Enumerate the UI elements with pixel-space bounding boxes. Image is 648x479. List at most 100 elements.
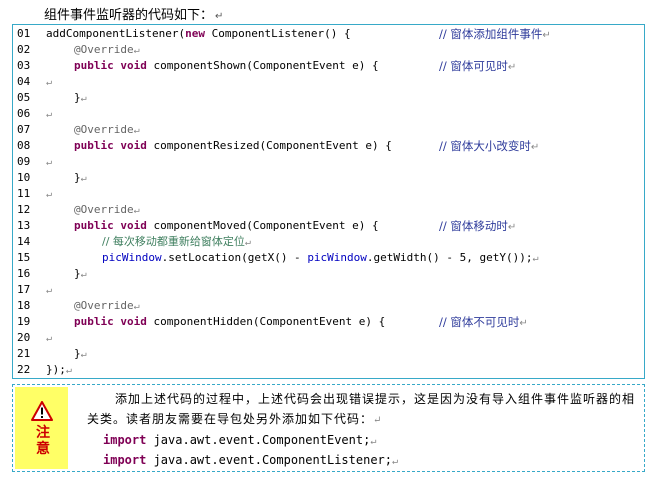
code-text: @Override↵ bbox=[74, 42, 140, 59]
paragraph-mark: ↵ bbox=[215, 11, 224, 22]
code-line: 19 public void componentHidden(ComponentE… bbox=[13, 314, 644, 330]
code-annotation: @Override bbox=[74, 299, 134, 312]
code-keyword: public bbox=[74, 59, 114, 72]
paragraph-mark: ↵ bbox=[373, 415, 383, 426]
code-token: componentMoved(ComponentEvent e) { bbox=[146, 219, 379, 232]
paragraph-mark: ↵ bbox=[80, 173, 87, 184]
code-text: ↵ bbox=[46, 74, 52, 91]
code-annotation: @Override bbox=[74, 43, 134, 56]
code-line: 09 ↵ bbox=[13, 154, 644, 170]
import-path: java.awt.event.ComponentEvent; bbox=[146, 433, 371, 447]
code-text: public void componentHidden(ComponentEve… bbox=[74, 314, 385, 330]
code-text: // 每次移动都重新给窗体定位↵ bbox=[102, 234, 251, 251]
code-line: 22});↵ bbox=[13, 362, 644, 378]
code-line: 01 addComponentListener(new ComponentList… bbox=[13, 26, 644, 42]
code-text: @Override↵ bbox=[74, 298, 140, 315]
code-token: } bbox=[74, 91, 81, 104]
comment-text: // 窗体移动时 bbox=[439, 219, 508, 233]
note-paragraph: 添加上述代码的过程中，上述代码会出现错误提示，这是因为没有导入组件事件监听器的相… bbox=[87, 389, 642, 431]
paragraph-mark: ↵ bbox=[133, 205, 140, 216]
code-token: } bbox=[74, 347, 81, 360]
note-label: 注意 bbox=[36, 425, 50, 457]
line-number: 19 bbox=[17, 315, 31, 328]
code-keyword: void bbox=[120, 219, 147, 232]
paragraph-mark: ↵ bbox=[46, 109, 53, 120]
paragraph-mark: ↵ bbox=[542, 30, 551, 41]
code-line: 05}↵ bbox=[13, 90, 644, 106]
import-keyword: import bbox=[103, 453, 147, 467]
line-number: 22 bbox=[17, 363, 31, 376]
code-text: ↵ bbox=[46, 186, 52, 203]
line-number: 10 bbox=[17, 171, 31, 184]
code-field: picWindow bbox=[307, 251, 367, 264]
code-token: } bbox=[74, 171, 81, 184]
code-line: 20 ↵ bbox=[13, 330, 644, 346]
paragraph-mark: ↵ bbox=[80, 93, 87, 104]
code-line: 17 ↵ bbox=[13, 282, 644, 298]
paragraph-mark: ↵ bbox=[65, 365, 72, 376]
line-number: 03 bbox=[17, 59, 31, 72]
code-text: ↵ bbox=[46, 330, 52, 347]
line-number: 05 bbox=[17, 91, 31, 104]
code-text: }↵ bbox=[74, 346, 87, 363]
code-text: @Override↵ bbox=[74, 202, 140, 219]
paragraph-mark: ↵ bbox=[244, 237, 251, 248]
paragraph-mark: ↵ bbox=[46, 333, 53, 344]
code-keyword: public bbox=[74, 139, 114, 152]
note-sidebar: 注意 bbox=[15, 387, 68, 469]
line-number: 18 bbox=[17, 299, 31, 312]
line-number: 12 bbox=[17, 203, 31, 216]
code-token: }); bbox=[46, 363, 66, 376]
line-number: 01 bbox=[17, 27, 31, 40]
code-block: 01 addComponentListener(new ComponentList… bbox=[12, 24, 645, 379]
note-import-line: import java.awt.event.ComponentListener;… bbox=[103, 450, 398, 472]
paragraph-mark: ↵ bbox=[133, 125, 140, 136]
note-import-line: import java.awt.event.ComponentEvent;↵ bbox=[103, 430, 376, 452]
paragraph-mark: ↵ bbox=[46, 157, 53, 168]
code-annotation: @Override bbox=[74, 203, 134, 216]
code-line: 08 public void componentResized(Component… bbox=[13, 138, 644, 154]
code-text: public void componentMoved(ComponentEven… bbox=[74, 218, 379, 234]
code-keyword: void bbox=[120, 315, 147, 328]
line-number: 15 bbox=[17, 251, 31, 264]
code-line: 07 @Override↵ bbox=[13, 122, 644, 138]
line-number: 11 bbox=[17, 187, 31, 200]
code-token: ComponentListener() { bbox=[204, 27, 351, 40]
code-token: .getWidth() - 5, getY()); bbox=[366, 251, 533, 264]
code-line: 16}↵ bbox=[13, 266, 644, 282]
code-line: 10}↵ bbox=[13, 170, 644, 186]
code-keyword: void bbox=[120, 59, 147, 72]
code-line: 21 }↵ bbox=[13, 346, 644, 362]
code-token: addComponentListener( bbox=[46, 27, 186, 40]
paragraph-mark: ↵ bbox=[46, 77, 53, 88]
line-number: 09 bbox=[17, 155, 31, 168]
comment-text: // 窗体不可见时 bbox=[439, 315, 520, 329]
code-token: componentShown(ComponentEvent e) { bbox=[146, 59, 379, 72]
code-line: 13 public void componentMoved(ComponentEv… bbox=[13, 218, 644, 234]
line-number: 21 bbox=[17, 347, 31, 360]
code-text: ↵ bbox=[46, 282, 52, 299]
code-keyword: public bbox=[74, 219, 114, 232]
paragraph-mark: ↵ bbox=[530, 142, 540, 153]
paragraph-mark: ↵ bbox=[133, 45, 140, 56]
note-box: 注意 添加上述代码的过程中，上述代码会出现错误提示，这是因为没有导入组件事件监听… bbox=[12, 384, 645, 472]
line-number: 16 bbox=[17, 267, 31, 280]
code-text: addComponentListener(new ComponentListen… bbox=[46, 26, 351, 42]
code-text: ↵ bbox=[46, 106, 52, 123]
code-text: }↵ bbox=[74, 170, 87, 187]
paragraph-mark: ↵ bbox=[80, 269, 87, 280]
code-line: 02 @Override↵ bbox=[13, 42, 644, 58]
line-number: 04 bbox=[17, 75, 31, 88]
code-text: @Override↵ bbox=[74, 122, 140, 139]
code-line: 06 ↵ bbox=[13, 106, 644, 122]
code-text: });↵ bbox=[46, 362, 72, 379]
code-keyword: void bbox=[120, 139, 147, 152]
code-field: picWindow bbox=[102, 251, 162, 264]
warning-icon bbox=[31, 401, 53, 421]
paragraph-mark: ↵ bbox=[392, 456, 399, 467]
paragraph-mark: ↵ bbox=[532, 253, 539, 264]
comment-text: // 窗体添加组件事件 bbox=[439, 27, 543, 41]
code-line: 18 @Override↵ bbox=[13, 298, 644, 314]
paragraph-mark: ↵ bbox=[370, 436, 377, 447]
code-text: }↵ bbox=[74, 90, 87, 107]
